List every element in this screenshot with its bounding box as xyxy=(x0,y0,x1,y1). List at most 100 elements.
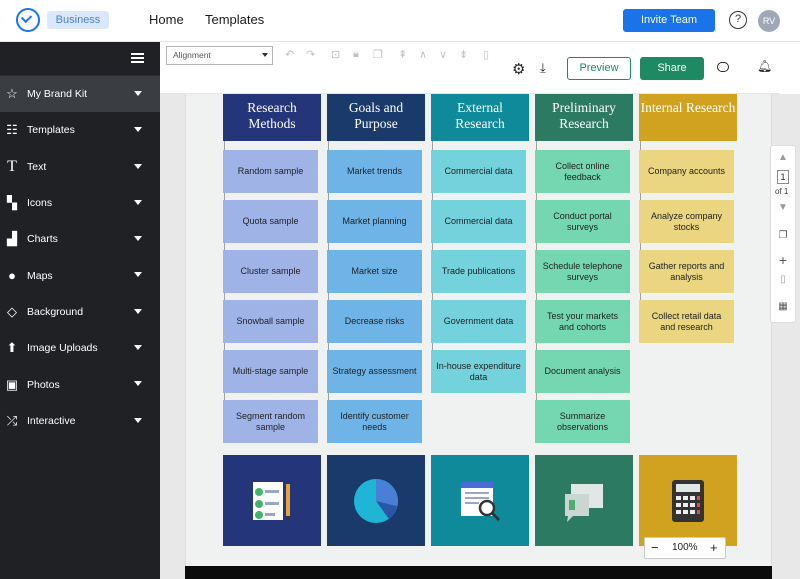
globe-icon: ● xyxy=(8,267,16,283)
feedback-illustration[interactable] xyxy=(535,455,633,546)
download-icon[interactable]: ⤓ xyxy=(540,60,546,76)
nav-home-link[interactable]: Home xyxy=(149,12,184,27)
sidebar-item-text[interactable]: T Text xyxy=(0,149,160,185)
document-search-illustration[interactable] xyxy=(431,455,529,546)
sidebar-item-interactive[interactable]: ⤮ Interactive xyxy=(0,403,160,439)
page-down-icon[interactable]: ▼ xyxy=(771,202,795,213)
item-box[interactable]: Market size xyxy=(327,250,422,293)
copy-page-icon[interactable]: ❐ xyxy=(771,230,795,241)
calculator-illustration[interactable] xyxy=(639,455,737,546)
next-page-edge xyxy=(185,566,772,579)
star-icon: ☆ xyxy=(6,86,18,102)
sidebar-header xyxy=(0,42,160,76)
icons-icon: ▚ xyxy=(7,195,17,211)
item-box[interactable]: Market trends xyxy=(327,150,422,193)
item-box[interactable]: Gather reports and analysis xyxy=(639,250,734,293)
item-box[interactable]: Decrease risks xyxy=(327,300,422,343)
alignment-select-value: Alignment xyxy=(173,50,211,60)
item-box[interactable]: Random sample xyxy=(223,150,318,193)
sidebar-item-my-brand-kit[interactable]: ☆ My Brand Kit xyxy=(0,76,160,113)
duplicate-icon[interactable]: ❐ xyxy=(373,48,383,61)
item-box[interactable]: Cluster sample xyxy=(223,250,318,293)
column-preliminary-research[interactable]: Preliminary Research Collect online feed… xyxy=(535,94,633,443)
column-internal-research[interactable]: Internal Research Company accounts Analy… xyxy=(639,94,737,343)
column-title: Internal Research xyxy=(639,94,737,141)
sidebar-item-image-uploads[interactable]: ⬆ Image Uploads xyxy=(0,330,160,366)
item-box[interactable]: Multi-stage sample xyxy=(223,350,318,393)
redo-icon[interactable]: ↷ xyxy=(306,48,315,61)
item-box[interactable]: Trade publications xyxy=(431,250,526,293)
photo-icon: ▣ xyxy=(5,376,19,392)
top-bar: Business Home Templates Invite Team ? RV xyxy=(0,0,800,42)
column-title: Preliminary Research xyxy=(535,94,633,141)
sidebar-item-background[interactable]: ◇ Background xyxy=(0,294,160,330)
lock-icon[interactable]: 🔒︎ xyxy=(353,48,359,61)
settings-gear-icon[interactable]: ⚙ xyxy=(512,60,525,78)
shuffle-icon: ⤮ xyxy=(6,412,18,428)
item-box[interactable]: Snowball sample xyxy=(223,300,318,343)
document-search-icon xyxy=(461,481,501,521)
item-box[interactable]: Company accounts xyxy=(639,150,734,193)
chevron-down-icon xyxy=(134,91,142,96)
sidebar-item-label: Icons xyxy=(27,197,53,210)
bell-icon[interactable]: 🔔︎ xyxy=(757,59,772,73)
item-box[interactable]: Commercial data xyxy=(431,200,526,243)
sidebar-item-icons[interactable]: ▚ Icons xyxy=(0,185,160,221)
item-box[interactable]: Collect retail data and research xyxy=(639,300,734,343)
grid-view-icon[interactable]: ▦ xyxy=(771,301,795,312)
item-box[interactable]: Collect online feedback xyxy=(535,150,630,193)
pie-chart-illustration[interactable] xyxy=(327,455,425,546)
item-box[interactable]: Document analysis xyxy=(535,350,630,393)
workspace: Research Methods Random sample Quota sam… xyxy=(160,94,800,579)
crop-icon[interactable]: ⊡ xyxy=(331,48,340,61)
logo-icon[interactable] xyxy=(16,8,40,32)
alignment-select[interactable]: Alignment xyxy=(166,46,273,65)
item-box[interactable]: Strategy assessment xyxy=(327,350,422,393)
editor-toolbar: Alignment ↶ ↷ ⊡ 🔒︎ ❐ ⇞ ∧ ∨ ⇟ ▯ ⚙ ⤓ Previ… xyxy=(160,42,780,94)
item-box[interactable]: Identify customer needs xyxy=(327,400,422,443)
item-box[interactable]: Summarize observations xyxy=(535,400,630,443)
item-box[interactable]: In-house expenditure data xyxy=(431,350,526,393)
undo-icon[interactable]: ↶ xyxy=(285,48,294,61)
design-page[interactable]: Research Methods Random sample Quota sam… xyxy=(185,94,772,566)
item-box[interactable]: Segment random sample xyxy=(223,400,318,443)
bring-to-front-icon[interactable]: ⇞ xyxy=(398,48,407,61)
help-icon[interactable]: ? xyxy=(729,11,747,29)
column-goals-and-purpose[interactable]: Goals and Purpose Market trends Market p… xyxy=(327,94,425,443)
nav-templates-link[interactable]: Templates xyxy=(205,12,264,27)
sidebar-item-charts[interactable]: ▟ Charts xyxy=(0,221,160,257)
send-to-back-icon[interactable]: ⇟ xyxy=(459,48,468,61)
share-button[interactable]: Share xyxy=(640,57,704,80)
add-page-icon[interactable]: + xyxy=(771,252,795,268)
preview-button[interactable]: Preview xyxy=(567,57,631,80)
item-box[interactable]: Government data xyxy=(431,300,526,343)
item-box[interactable]: Quota sample xyxy=(223,200,318,243)
avatar[interactable]: RV xyxy=(758,10,780,32)
checklist-illustration[interactable] xyxy=(223,455,321,546)
invite-team-button[interactable]: Invite Team xyxy=(623,9,715,32)
item-box[interactable]: Test your markets and cohorts xyxy=(535,300,630,343)
sidebar-item-maps[interactable]: ● Maps xyxy=(0,257,160,293)
hamburger-menu-icon[interactable] xyxy=(131,53,144,63)
item-box[interactable]: Commercial data xyxy=(431,150,526,193)
delete-page-icon[interactable]: ▯ xyxy=(771,274,795,285)
bring-forward-icon[interactable]: ∧ xyxy=(419,48,427,61)
item-box[interactable]: Schedule telephone surveys xyxy=(535,250,630,293)
current-page-input[interactable]: 1 xyxy=(777,170,789,184)
item-box[interactable]: Conduct portal surveys xyxy=(535,200,630,243)
feedback-icon xyxy=(565,483,603,522)
zoom-in-button[interactable]: + xyxy=(710,540,718,555)
sidebar-item-templates[interactable]: ☷ Templates xyxy=(0,112,160,148)
delete-icon[interactable]: ▯ xyxy=(483,48,489,61)
zoom-out-button[interactable]: − xyxy=(651,540,659,555)
column-research-methods[interactable]: Research Methods Random sample Quota sam… xyxy=(223,94,321,443)
sidebar-item-photos[interactable]: ▣ Photos xyxy=(0,366,160,402)
comment-icon[interactable] xyxy=(717,62,729,72)
item-box[interactable]: Analyze company stocks xyxy=(639,200,734,243)
page-up-icon[interactable]: ▲ xyxy=(771,152,795,163)
item-box[interactable]: Market planning xyxy=(327,200,422,243)
zoom-control: − 100% + xyxy=(644,537,726,559)
column-external-research[interactable]: External Research Commercial data Commer… xyxy=(431,94,529,393)
send-backward-icon[interactable]: ∨ xyxy=(439,48,447,61)
chevron-down-icon xyxy=(134,236,142,242)
